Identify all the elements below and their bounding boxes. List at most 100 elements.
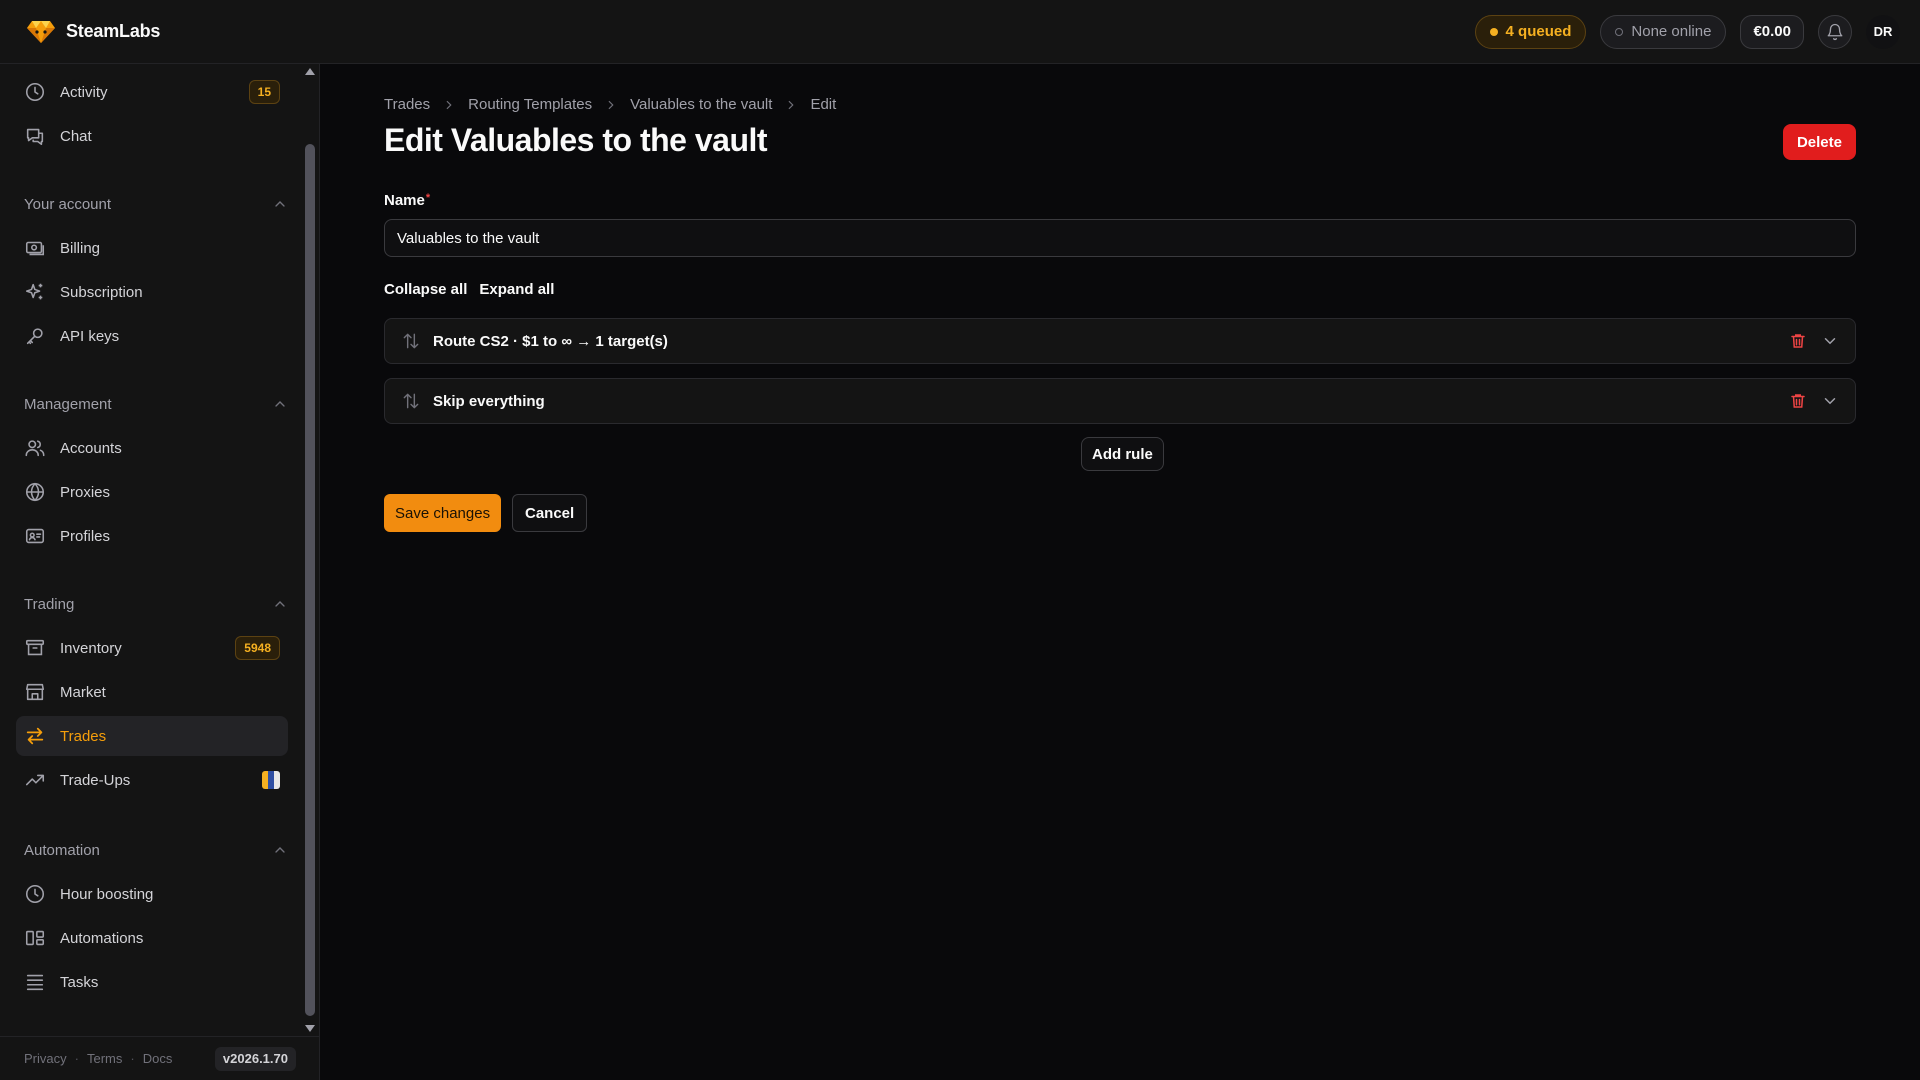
section-toggle-management[interactable]: Management <box>24 392 288 416</box>
terms-link[interactable]: Terms <box>87 1051 122 1066</box>
sidebar-item-label: Hour boosting <box>60 885 154 903</box>
inventory-count-badge: 5948 <box>235 636 280 660</box>
chevron-up-icon <box>272 196 288 212</box>
sidebar-item-label: API keys <box>60 327 120 345</box>
sidebar-item-chat[interactable]: Chat <box>16 116 288 156</box>
globe-icon <box>24 481 52 503</box>
chevron-right-icon <box>604 98 618 112</box>
breadcrumb-routing-templates[interactable]: Routing Templates <box>468 96 592 113</box>
flag-icon <box>262 771 280 789</box>
cancel-button[interactable]: Cancel <box>512 494 588 532</box>
section-title: Automation <box>24 841 100 859</box>
queue-status-label: 4 queued <box>1505 23 1572 40</box>
sidebar-item-trades[interactable]: Trades <box>16 716 288 756</box>
trash-icon[interactable] <box>1789 392 1807 410</box>
billing-icon <box>24 237 52 259</box>
trending-up-icon <box>24 769 52 791</box>
clock-icon <box>24 81 52 103</box>
collapse-all-button[interactable]: Collapse all <box>384 281 467 298</box>
section-toggle-automation[interactable]: Automation <box>24 838 288 862</box>
breadcrumb-template[interactable]: Valuables to the vault <box>630 96 772 113</box>
sidebar-item-label: Profiles <box>60 527 111 545</box>
archive-icon <box>24 637 52 659</box>
chat-icon <box>24 125 52 147</box>
automation-icon <box>24 927 52 949</box>
notifications-button[interactable] <box>1818 14 1852 49</box>
docs-link[interactable]: Docs <box>143 1051 173 1066</box>
section-title: Your account <box>24 195 112 213</box>
key-icon <box>24 325 52 347</box>
scroll-down-arrow-icon[interactable] <box>305 1025 315 1032</box>
sidebar-item-label: Subscription <box>60 283 143 301</box>
user-avatar[interactable]: DR <box>1866 14 1900 49</box>
online-status-pill[interactable]: None online <box>1600 14 1727 49</box>
sidebar-item-label: Activity <box>60 83 108 101</box>
footer-separator: · <box>74 1051 79 1066</box>
section-title: Trading <box>24 595 75 613</box>
sidebar-item-label: Trade-Ups <box>60 771 131 789</box>
sidebar-item-label: Billing <box>60 239 101 257</box>
sidebar-item-profiles[interactable]: Profiles <box>16 516 288 556</box>
section-toggle-account[interactable]: Your account <box>24 192 288 216</box>
sidebar-item-inventory[interactable]: Inventory 5948 <box>16 628 288 668</box>
sidebar-item-label: Proxies <box>60 483 111 501</box>
list-icon <box>24 971 52 993</box>
brand-name: SteamLabs <box>66 21 161 41</box>
chevron-right-icon <box>784 98 798 112</box>
required-asterisk: * <box>425 192 431 204</box>
sidebar-item-trade-ups[interactable]: Trade-Ups <box>16 760 288 800</box>
add-rule-button[interactable]: Add rule <box>1081 437 1164 471</box>
store-icon <box>24 681 52 703</box>
brand[interactable]: SteamLabs <box>26 20 160 44</box>
sidebar-scrollbar[interactable] <box>303 64 317 1036</box>
section-toggle-trading[interactable]: Trading <box>24 592 288 616</box>
diamond-logo-icon <box>26 20 56 44</box>
name-input[interactable] <box>384 219 1856 257</box>
breadcrumb: Trades Routing Templates Valuables to th… <box>384 96 836 113</box>
breadcrumb-current: Edit <box>810 96 837 113</box>
trash-icon[interactable] <box>1789 332 1807 350</box>
page-title: Edit Valuables to the vault <box>384 122 768 158</box>
reorder-arrows-icon[interactable] <box>401 391 421 411</box>
delete-button[interactable]: Delete <box>1782 124 1856 160</box>
version-badge: v2026.1.70 <box>214 1046 296 1071</box>
sidebar-item-label: Tasks <box>60 973 99 991</box>
save-button[interactable]: Save changes <box>384 494 502 532</box>
sidebar-item-subscription[interactable]: Subscription <box>16 272 288 312</box>
reorder-arrows-icon[interactable] <box>401 331 421 351</box>
sidebar-footer: Privacy · Terms · Docs v2026.1.70 <box>0 1036 320 1080</box>
chevron-down-icon[interactable] <box>1821 392 1839 410</box>
rule-title: Route CS2 · $1 to ∞ → 1 target(s) <box>433 332 668 350</box>
rule-card[interactable]: Route CS2 · $1 to ∞ → 1 target(s) <box>384 318 1856 364</box>
sidebar-item-label: Market <box>60 683 106 701</box>
sidebar-item-proxies[interactable]: Proxies <box>16 472 288 512</box>
offline-dot-icon <box>1615 27 1624 36</box>
sidebar-item-tasks[interactable]: Tasks <box>16 962 288 1002</box>
chevron-down-icon[interactable] <box>1821 332 1839 350</box>
users-icon <box>24 437 52 459</box>
sidebar-item-hour-boosting[interactable]: Hour boosting <box>16 874 288 914</box>
id-card-icon <box>24 525 52 547</box>
balance-display[interactable]: €0.00 <box>1740 14 1804 49</box>
online-status-label: None online <box>1631 23 1712 40</box>
sidebar-item-api-keys[interactable]: API keys <box>16 316 288 356</box>
rule-card[interactable]: Skip everything <box>384 378 1856 424</box>
sidebar-nav: Activity 15 Chat Your account Billing Su… <box>16 64 288 1024</box>
sidebar-item-accounts[interactable]: Accounts <box>16 428 288 468</box>
sidebar-item-label: Inventory <box>60 639 122 657</box>
sidebar-item-label: Automations <box>60 929 144 947</box>
sidebar-item-automations[interactable]: Automations <box>16 918 288 958</box>
scroll-up-arrow-icon[interactable] <box>305 68 315 75</box>
sidebar-item-billing[interactable]: Billing <box>16 228 288 268</box>
sidebar-item-market[interactable]: Market <box>16 672 288 712</box>
queue-status-pill[interactable]: 4 queued <box>1474 14 1587 49</box>
breadcrumb-trades[interactable]: Trades <box>384 96 430 113</box>
queued-dot-icon <box>1489 27 1498 36</box>
privacy-link[interactable]: Privacy <box>24 1051 67 1066</box>
scrollbar-thumb[interactable] <box>305 144 315 1016</box>
activity-count-badge: 15 <box>248 80 280 104</box>
expand-all-button[interactable]: Expand all <box>479 281 554 298</box>
sidebar-item-activity[interactable]: Activity 15 <box>16 72 288 112</box>
sidebar-item-label: Chat <box>60 127 92 145</box>
clock-icon <box>24 883 52 905</box>
